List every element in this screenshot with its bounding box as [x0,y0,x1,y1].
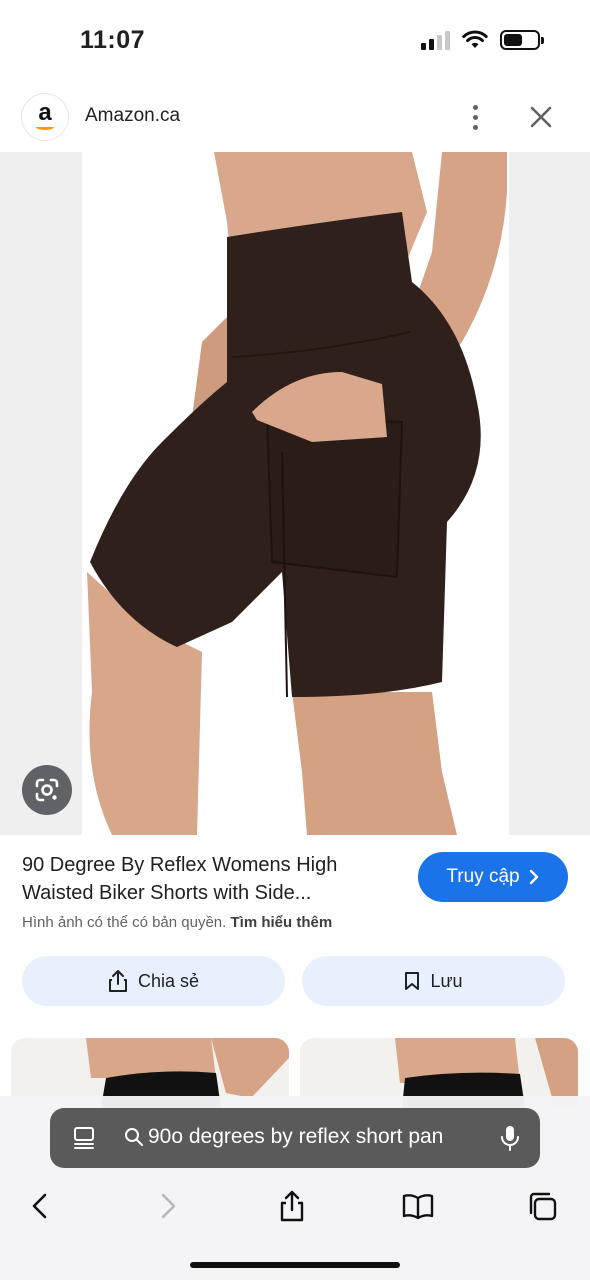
site-header: a Amazon.ca [0,80,590,152]
status-time: 11:07 [80,26,146,54]
back-button[interactable] [20,1186,60,1226]
status-bar: 11:07 [0,0,590,80]
site-name[interactable]: Amazon.ca [85,105,180,127]
address-bar[interactable]: 90o degrees by reflex short pan [50,1108,540,1168]
share-icon [108,970,127,992]
status-icons [421,28,544,52]
product-title[interactable]: 90 Degree By Reflex Womens High Waisted … [22,851,407,907]
visit-button-label: Truy cập [446,866,520,887]
share-icon [280,1190,304,1222]
copyright-notice: Hình ảnh có thể có bản quyền. Tìm hiểu t… [22,914,332,931]
forward-button[interactable] [148,1186,188,1226]
save-label: Lưu [430,970,463,991]
microphone-icon[interactable] [500,1124,520,1152]
visit-button[interactable]: Truy cập [418,852,568,902]
back-icon [32,1193,47,1219]
close-icon[interactable] [524,100,558,134]
save-button[interactable]: Lưu [302,956,565,1006]
share-label: Chia sẻ [137,970,200,991]
book-icon [402,1194,434,1220]
forward-icon [161,1193,176,1219]
bookmarks-button[interactable] [398,1186,438,1226]
tabs-button[interactable] [522,1186,562,1226]
battery-icon [500,30,544,50]
home-indicator[interactable] [190,1262,400,1268]
more-vert-icon[interactable] [460,102,490,132]
search-icon [125,1128,143,1146]
lens-glyph-icon [35,778,59,802]
search-query-text: 90o degrees by reflex short pan [148,1125,444,1148]
share-button[interactable]: Chia sẻ [22,956,285,1006]
search-query[interactable]: 90o degrees by reflex short pan [124,1125,480,1149]
page-menu-icon[interactable] [72,1126,96,1150]
browser-toolbar [0,1180,590,1230]
chevron-right-icon [529,869,538,885]
amazon-logo-icon: a [22,94,68,140]
image-viewer [0,152,590,835]
site-logo-letter: a [38,99,52,126]
wifi-icon [462,30,488,48]
toolbar-share-button[interactable] [272,1186,312,1226]
cellular-signal-icon [421,30,450,50]
tabs-icon [529,1192,557,1221]
product-image[interactable] [82,152,509,835]
copyright-text: Hình ảnh có thể có bản quyền. [22,914,227,931]
bookmark-icon [405,972,420,990]
google-lens-icon[interactable] [22,765,72,815]
learn-more-link[interactable]: Tìm hiểu thêm [231,914,333,931]
